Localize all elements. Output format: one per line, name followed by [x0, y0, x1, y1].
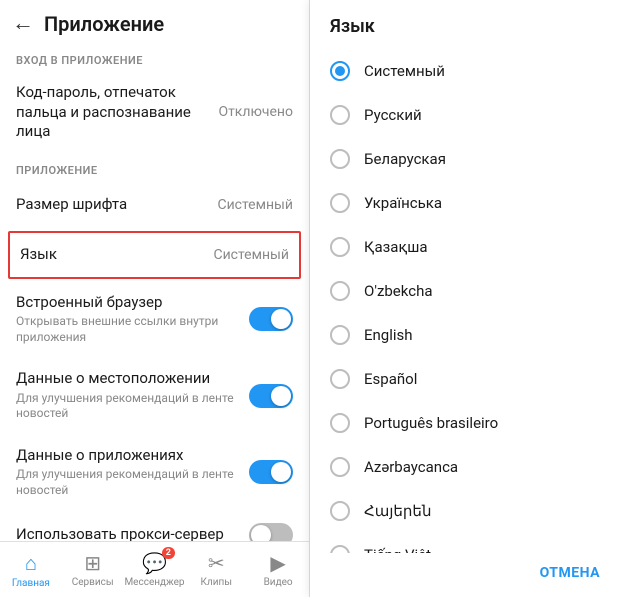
setting-language[interactable]: Язык Системный — [8, 231, 301, 279]
appdata-toggle[interactable] — [249, 460, 293, 484]
language-value: Системный — [213, 247, 289, 263]
lang-name: Azərbaycanca — [364, 458, 458, 476]
right-panel: Язык Системный Русский Беларуская Українськ… — [310, 0, 620, 597]
right-footer: ОТМЕНА — [310, 553, 620, 597]
setting-pin[interactable]: Код-пароль, отпечаток пальца и распознав… — [0, 71, 309, 154]
browser-toggle[interactable] — [249, 307, 293, 331]
lang-item[interactable]: Системный — [310, 49, 620, 93]
lang-item[interactable]: Հայերեն — [310, 489, 620, 533]
lang-name: Українська — [364, 194, 442, 212]
lang-item[interactable]: Қазақша — [310, 225, 620, 269]
nav-item-home[interactable]: ⌂ Главная — [0, 551, 62, 589]
fontsize-value: Системный — [217, 197, 293, 213]
radio-outer — [330, 413, 350, 433]
lang-item[interactable]: Tiếng Việt — [310, 533, 620, 553]
radio-outer — [330, 237, 350, 257]
section-login-label: ВХОД В ПРИЛОЖЕНИЕ — [0, 44, 309, 71]
setting-appdata[interactable]: Данные о приложениях Для улучшения реком… — [0, 434, 309, 511]
lang-name: Системный — [364, 62, 445, 80]
setting-fontsize[interactable]: Размер шрифта Системный — [0, 181, 309, 229]
nav-label-services: Сервисы — [72, 577, 114, 588]
location-sub: Для улучшения рекомендаций в ленте новос… — [16, 391, 241, 422]
lang-name: Tiếng Việt — [364, 546, 431, 553]
lang-item[interactable]: O'zbekcha — [310, 269, 620, 313]
nav-label-clips: Клипы — [201, 577, 233, 588]
bottom-nav: ⌂ Главная ⊞ Сервисы 💬 2 Мессенджер ✂ Кли… — [0, 541, 309, 597]
lang-name: Español — [364, 370, 417, 388]
radio-outer — [330, 281, 350, 301]
radio-outer — [330, 369, 350, 389]
radio-inner — [335, 66, 345, 76]
lang-name: Հայերեն — [364, 502, 431, 520]
lang-name: Беларуская — [364, 150, 446, 168]
nav-label-video: Видео — [264, 577, 293, 588]
radio-outer — [330, 193, 350, 213]
pin-name: Код-пароль, отпечаток пальца и распознав… — [16, 83, 210, 142]
location-toggle[interactable] — [249, 384, 293, 408]
messenger-badge: 2 — [162, 547, 175, 559]
lang-name: Қазақша — [364, 238, 428, 256]
fontsize-name: Размер шрифта — [16, 195, 209, 215]
nav-label-home: Главная — [12, 578, 50, 589]
proxy-name: Использовать прокси-сервер — [16, 525, 241, 541]
page-title: Приложение — [44, 12, 164, 36]
appdata-sub: Для улучшения рекомендаций в ленте новос… — [16, 467, 241, 498]
services-icon: ⊞ — [84, 551, 101, 575]
lang-name: English — [364, 326, 413, 344]
section-app-label: ПРИЛОЖЕНИЕ — [0, 154, 309, 181]
nav-item-messenger[interactable]: 💬 2 Мессенджер — [124, 551, 186, 588]
radio-outer — [330, 325, 350, 345]
proxy-toggle[interactable] — [249, 523, 293, 541]
left-header: ← Приложение — [0, 0, 309, 44]
browser-name: Встроенный браузер — [16, 293, 241, 313]
radio-outer — [330, 501, 350, 521]
setting-proxy[interactable]: Использовать прокси-сервер — [0, 511, 309, 541]
left-panel: ← Приложение ВХОД В ПРИЛОЖЕНИЕ Код-парол… — [0, 0, 310, 597]
radio-outer — [330, 61, 350, 81]
right-title: Язык — [330, 16, 375, 37]
nav-label-messenger: Мессенджер — [124, 577, 184, 588]
nav-item-clips[interactable]: ✂ Клипы — [185, 551, 247, 588]
lang-item[interactable]: Русский — [310, 93, 620, 137]
radio-outer — [330, 149, 350, 169]
home-icon: ⌂ — [25, 551, 37, 576]
pin-value: Отключено — [218, 104, 293, 120]
video-icon: ▶ — [270, 551, 285, 575]
lang-name: Русский — [364, 106, 422, 124]
nav-item-video[interactable]: ▶ Видео — [247, 551, 309, 588]
appdata-name: Данные о приложениях — [16, 446, 241, 466]
radio-outer — [330, 457, 350, 477]
lang-item[interactable]: Українська — [310, 181, 620, 225]
lang-item[interactable]: Azərbaycanca — [310, 445, 620, 489]
lang-name: O'zbekcha — [364, 282, 433, 300]
lang-item[interactable]: Português brasileiro — [310, 401, 620, 445]
language-name: Язык — [20, 245, 205, 265]
left-content: ВХОД В ПРИЛОЖЕНИЕ Код-пароль, отпечаток … — [0, 44, 309, 541]
language-list: Системный Русский Беларуская Українська Қаза… — [310, 45, 620, 553]
radio-outer — [330, 105, 350, 125]
location-name: Данные о местоположении — [16, 369, 241, 389]
nav-item-services[interactable]: ⊞ Сервисы — [62, 551, 124, 588]
setting-location[interactable]: Данные о местоположении Для улучшения ре… — [0, 357, 309, 434]
lang-item[interactable]: English — [310, 313, 620, 357]
browser-sub: Открывать внешние ссылки внутри приложен… — [16, 314, 241, 345]
right-header: Язык — [310, 0, 620, 45]
cancel-button[interactable]: ОТМЕНА — [540, 561, 600, 585]
back-arrow-icon[interactable]: ← — [12, 13, 34, 35]
lang-name: Português brasileiro — [364, 414, 498, 432]
lang-item[interactable]: Беларуская — [310, 137, 620, 181]
radio-outer — [330, 545, 350, 553]
setting-browser[interactable]: Встроенный браузер Открывать внешние ссы… — [0, 281, 309, 358]
lang-item[interactable]: Español — [310, 357, 620, 401]
clips-icon: ✂ — [208, 551, 225, 575]
